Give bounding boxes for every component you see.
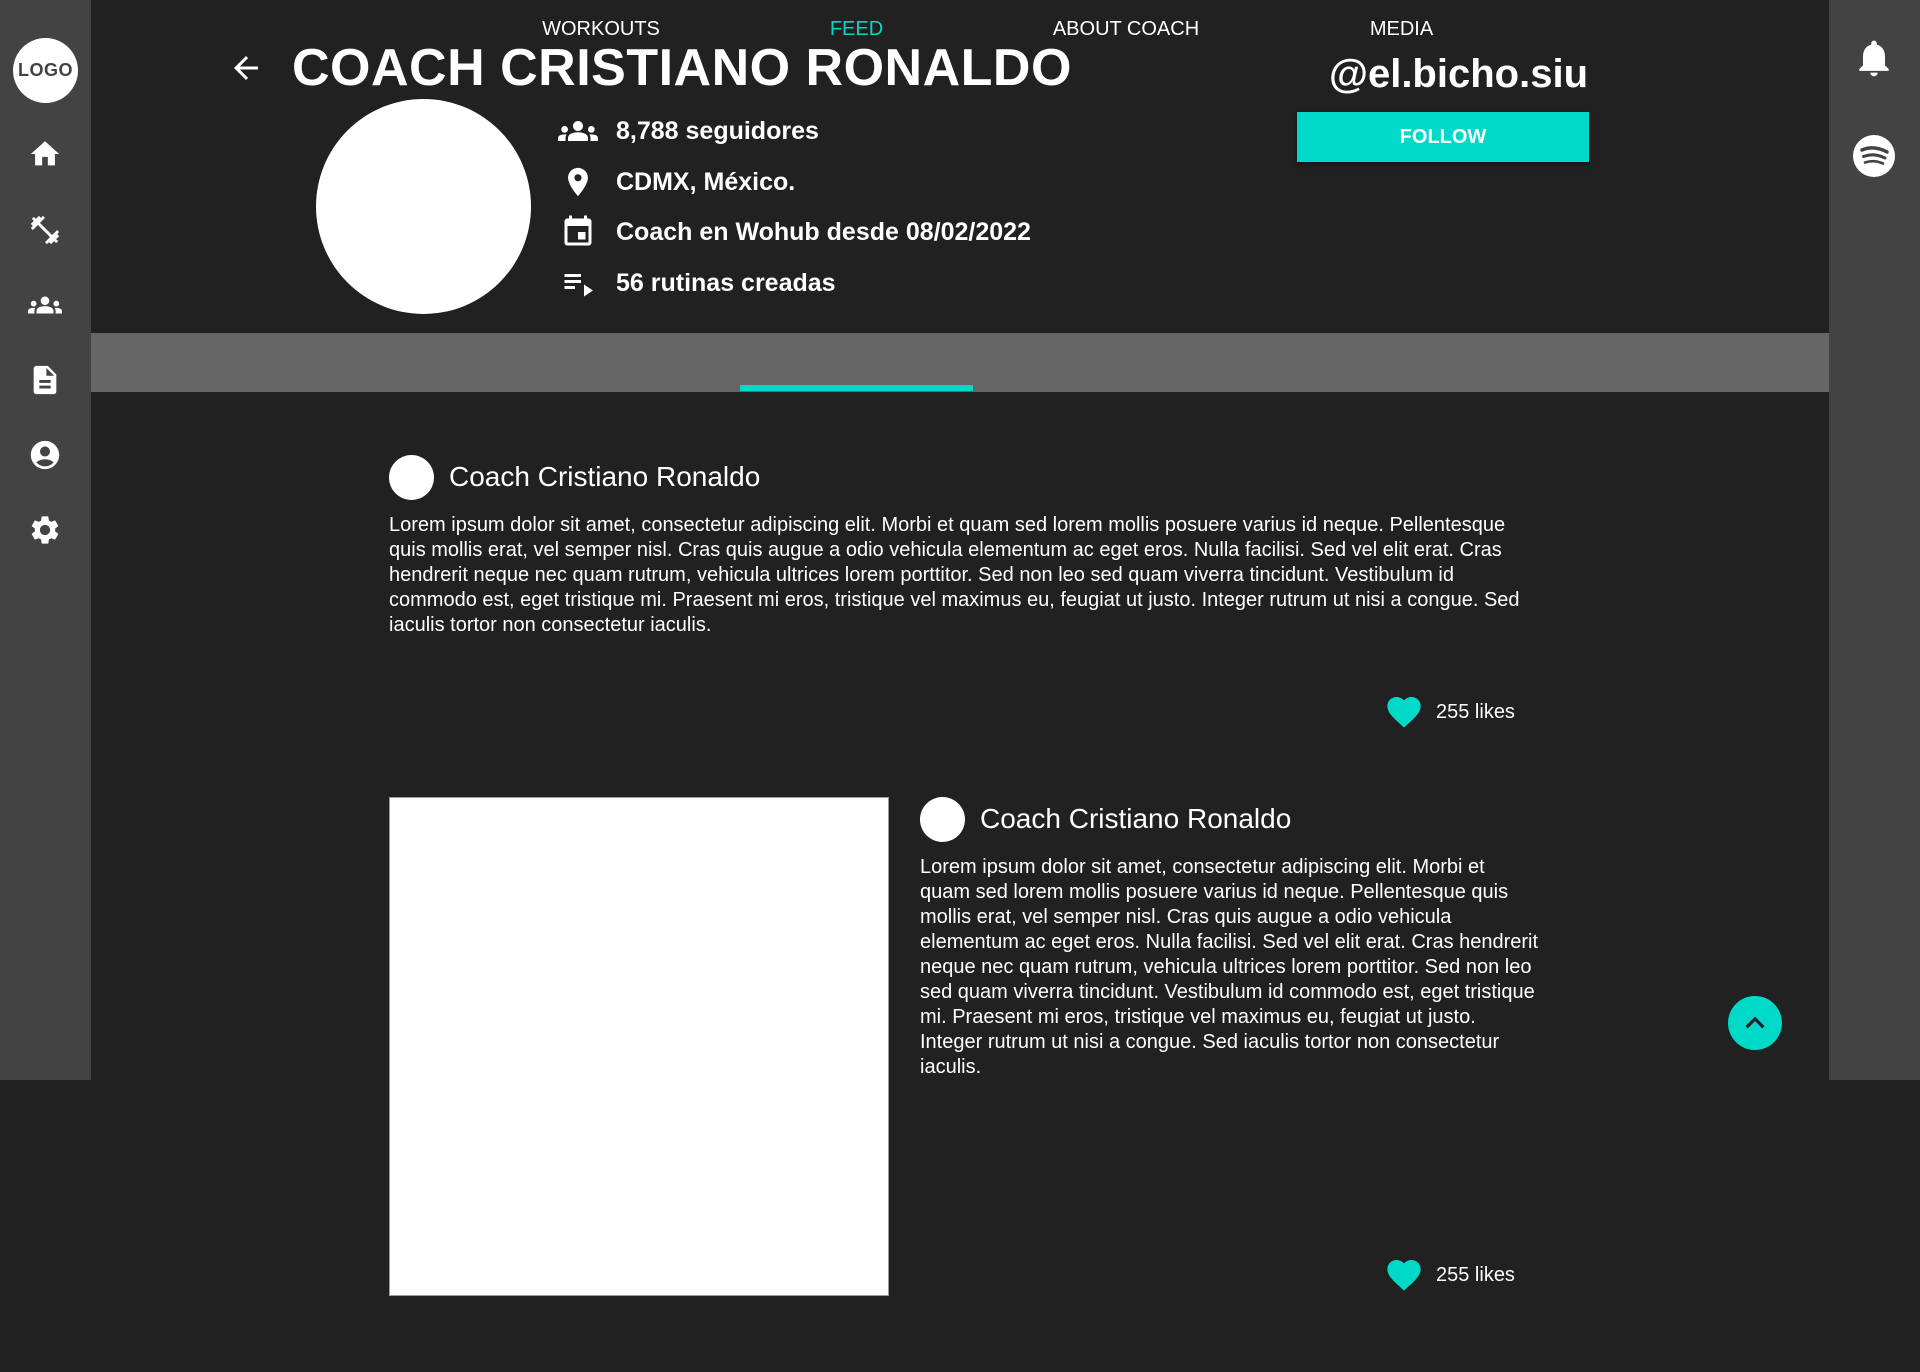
document-icon[interactable] [26,361,64,399]
tab-workouts[interactable]: WORKOUTS [520,0,682,59]
calendar-icon [558,212,598,252]
post-author-avatar[interactable] [920,797,965,842]
location-stat: CDMX, México. [558,162,795,202]
member-since-text: Coach en Wohub desde 08/02/2022 [616,217,1031,246]
settings-icon[interactable] [26,511,64,549]
active-tab-indicator [740,385,973,391]
post-author-avatar[interactable] [389,455,434,500]
location-text: CDMX, México. [616,167,796,196]
profile-avatar [316,99,531,314]
routines-stat: 56 rutinas creadas [558,263,836,303]
post-author-name[interactable]: Coach Cristiano Ronaldo [980,803,1291,835]
spotify-icon[interactable] [1852,134,1896,178]
chevron-up-icon [1745,1016,1765,1029]
follow-button[interactable]: FOLLOW [1297,112,1589,162]
member-since-stat: Coach en Wohub desde 08/02/2022 [558,212,1031,252]
left-sidebar: LOGO [0,0,91,1080]
playlist-icon [558,263,598,303]
heart-icon [1387,697,1421,728]
group-icon[interactable] [26,286,64,324]
tab-feed[interactable]: FEED [740,0,973,59]
like-count: 255 likes [1436,700,1515,723]
post-body: Lorem ipsum dolor sit amet, consectetur … [389,514,1520,636]
dumbbell-icon[interactable] [26,211,64,249]
scroll-to-top-button[interactable] [1728,996,1782,1050]
account-icon[interactable] [26,436,64,474]
logo[interactable]: LOGO [13,38,78,103]
like-button[interactable]: 255 likes [1384,692,1515,732]
location-icon [558,162,598,202]
tab-bar [91,333,1829,392]
like-count: 255 likes [1436,1263,1515,1286]
followers-icon [558,111,598,151]
like-button[interactable]: 255 likes [1384,1255,1515,1295]
tab-media[interactable]: MEDIA [1340,0,1463,59]
followers-stat: 8,788 seguidores [558,111,819,151]
heart-icon [1387,1260,1421,1291]
followers-text: 8,788 seguidores [616,116,819,145]
bell-icon[interactable] [1852,36,1896,80]
routines-text: 56 rutinas creadas [616,268,836,297]
post-author-name[interactable]: Coach Cristiano Ronaldo [449,461,760,493]
post-body: Lorem ipsum dolor sit amet, consectetur … [920,856,1539,1078]
home-icon[interactable] [26,135,64,173]
back-arrow-icon[interactable] [228,50,264,86]
tab-about-coach[interactable]: ABOUT COACH [1030,0,1222,59]
post-image[interactable] [389,797,889,1296]
